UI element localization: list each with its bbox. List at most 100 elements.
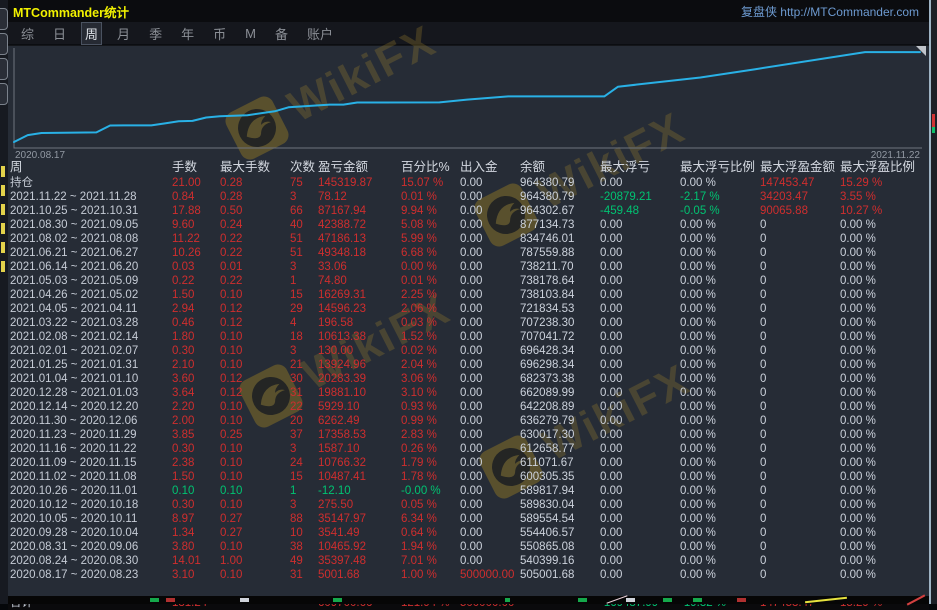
table-row[interactable]: 2020.10.12 ~ 2020.10.180.300.103275.500.… [8,498,929,512]
cell-trades: 31 [290,386,318,400]
website-link[interactable]: 复盘侠 http://MTCommander.com [741,3,929,20]
menu-item-9[interactable]: 备 [272,23,291,44]
cell-pnl-pct: 0.00 % [401,260,460,274]
table-row[interactable]: 2021.02.01 ~ 2021.02.070.300.103130.000.… [8,344,929,358]
cell-lots: 1.80 [172,330,220,344]
cell-max-lots: 0.22 [220,246,290,260]
cell-trades: 18 [290,330,318,344]
cell-period: 2020.11.02 ~ 2020.11.08 [10,470,172,484]
table-row[interactable]: 2020.12.28 ~ 2021.01.033.640.123119881.1… [8,386,929,400]
menu-bar: 综日周月季年币M备账户 [8,22,929,45]
cell-balance: 707238.30 [520,316,600,330]
cell-lots: 3.64 [172,386,220,400]
cell-trades: 20 [290,414,318,428]
cell-pnl: 10465.92 [318,540,401,554]
table-row[interactable]: 2021.01.25 ~ 2021.01.312.100.102113924.9… [8,358,929,372]
cell-max-float-loss-pct: -2.17 % [680,190,760,204]
cell-max-float-loss: -459.48 [600,204,680,218]
table-row[interactable]: 2020.11.16 ~ 2020.11.220.300.1031587.100… [8,442,929,456]
col-header-pnl-pct: 百分比% [401,158,460,176]
menu-item-1[interactable]: 综 [18,23,37,44]
table-row[interactable]: 2021.05.03 ~ 2021.05.090.220.22174.800.0… [8,274,929,288]
cell-max-float-loss-pct: 0.00 % [680,330,760,344]
cell-max-float-profit: 0 [760,358,840,372]
cell-pnl: 14596.23 [318,302,401,316]
cell-balance: 721834.53 [520,302,600,316]
cell-max-float-loss: 0.00 [600,526,680,540]
menu-item-10[interactable]: 账户 [304,23,336,44]
menu-item-5[interactable]: 季 [146,23,165,44]
table-row[interactable]: 2020.09.28 ~ 2020.10.041.340.27103541.49… [8,526,929,540]
cell-max-float-loss-pct: 0.00 % [680,372,760,386]
table-row[interactable]: 2021.06.21 ~ 2021.06.2710.260.225149348.… [8,246,929,260]
cell-balance: 662089.99 [520,386,600,400]
cell-max-float-loss-pct: 0.00 % [680,344,760,358]
table-row[interactable]: 持仓21.000.2875145319.8715.07 %0.00964380.… [8,176,929,190]
cell-max-lots: 0.10 [220,288,290,302]
cell-pnl-pct: 5.08 % [401,218,460,232]
cell-period: 2021.04.05 ~ 2021.04.11 [10,302,172,316]
cell-max-float-loss: 0.00 [600,316,680,330]
cell-period: 2020.08.24 ~ 2020.08.30 [10,554,172,568]
cell-pnl-pct: 0.01 % [401,190,460,204]
table-row[interactable]: 2020.11.30 ~ 2020.12.062.000.10206262.49… [8,414,929,428]
cell-max-float-profit: 0 [760,568,840,582]
cell-trades: 88 [290,512,318,526]
cell-max-float-loss: 0.00 [600,246,680,260]
table-row[interactable]: 2020.12.14 ~ 2020.12.202.200.10225929.10… [8,400,929,414]
table-row[interactable]: 2020.08.24 ~ 2020.08.3014.011.004935397.… [8,554,929,568]
table-row[interactable]: 2020.11.02 ~ 2020.11.081.500.101510487.4… [8,470,929,484]
cell-trades: 3 [290,260,318,274]
table-row[interactable]: 2021.08.30 ~ 2021.09.059.600.244042388.7… [8,218,929,232]
cell-trades: 3 [290,498,318,512]
table-row[interactable]: 2020.08.17 ~ 2020.08.233.100.10315001.68… [8,568,929,582]
cell-pnl-pct: 2.83 % [401,428,460,442]
table-row[interactable]: 2021.10.25 ~ 2021.10.3117.880.506687167.… [8,204,929,218]
cell-max-float-loss-pct: 0.00 % [680,554,760,568]
cell-max-float-loss-pct: 0.00 % [680,428,760,442]
table-row[interactable]: 2021.04.26 ~ 2021.05.021.500.101516269.3… [8,288,929,302]
screen: { "window": { "title": "MTCommander统计", … [0,0,937,604]
cell-period: 2020.12.14 ~ 2020.12.20 [10,400,172,414]
cell-max-float-loss-pct: 0.00 % [680,512,760,526]
table-row[interactable]: 2020.11.23 ~ 2020.11.293.850.253717358.5… [8,428,929,442]
table-row[interactable]: 2020.10.05 ~ 2020.10.118.970.278835147.9… [8,512,929,526]
cell-deposit-withdraw: 0.00 [460,400,520,414]
cell-max-float-profit: 0 [760,554,840,568]
cell-max-lots: 0.28 [220,190,290,204]
cell-max-lots: 0.28 [220,176,290,190]
menu-item-2[interactable]: 日 [50,23,69,44]
table-row[interactable]: 2020.08.31 ~ 2020.09.063.800.103810465.9… [8,540,929,554]
menu-item-8[interactable]: M [242,25,259,42]
menu-item-7[interactable]: 币 [210,23,229,44]
table-row[interactable]: 2021.02.08 ~ 2021.02.141.800.101810613.3… [8,330,929,344]
table-row[interactable]: 2021.06.14 ~ 2021.06.200.030.01333.060.0… [8,260,929,274]
col-header-trades: 次数 [290,158,318,176]
cell-max-float-loss-pct: 0.00 % [680,288,760,302]
cell-pnl: 130.00 [318,344,401,358]
menu-item-3[interactable]: 周 [82,23,101,44]
cell-pnl: 275.50 [318,498,401,512]
table-row[interactable]: 2021.08.02 ~ 2021.08.0811.220.225147186.… [8,232,929,246]
cell-max-float-profit-pct: 0.00 % [840,358,929,372]
cell-lots: 1.50 [172,288,220,302]
menu-item-4[interactable]: 月 [114,23,133,44]
table-row[interactable]: 2021.01.04 ~ 2021.01.103.600.123020283.3… [8,372,929,386]
cell-balance: 696298.34 [520,358,600,372]
table-row[interactable]: 2021.03.22 ~ 2021.03.280.460.124196.580.… [8,316,929,330]
cell-max-float-profit-pct: 0.00 % [840,288,929,302]
table-row[interactable]: 2021.04.05 ~ 2021.04.112.940.122914596.2… [8,302,929,316]
menu-item-6[interactable]: 年 [178,23,197,44]
cell-max-float-profit: 0 [760,302,840,316]
cell-period: 2021.03.22 ~ 2021.03.28 [10,316,172,330]
cell-deposit-withdraw: 0.00 [460,414,520,428]
background-app-left-edge [0,0,8,604]
cell-max-float-loss: 0.00 [600,442,680,456]
table-row[interactable]: 2020.10.26 ~ 2020.11.010.100.101-12.10-0… [8,484,929,498]
cell-lots: 8.97 [172,512,220,526]
table-row[interactable]: 2021.11.22 ~ 2021.11.280.840.28378.120.0… [8,190,929,204]
resize-grip[interactable] [916,46,926,56]
table-row[interactable]: 2020.11.09 ~ 2020.11.152.380.102410766.3… [8,456,929,470]
cell-period: 2021.08.02 ~ 2021.08.08 [10,232,172,246]
cell-max-float-loss-pct: 0.00 % [680,176,760,190]
